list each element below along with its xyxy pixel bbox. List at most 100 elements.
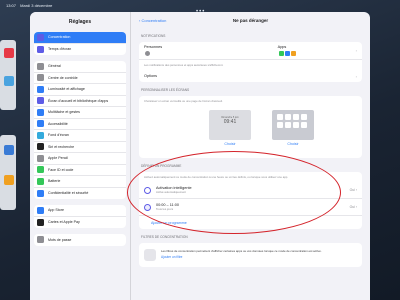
moon-icon <box>37 33 44 41</box>
notifications-note: Les notifications des personnes et apps … <box>144 63 224 67</box>
background-app-card[interactable] <box>0 40 16 110</box>
app-icon <box>4 48 14 58</box>
people-label: Personnes <box>144 44 163 49</box>
accessibility-icon <box>37 120 44 128</box>
app-icon <box>4 76 14 86</box>
sidebar-item-label: Confidentialité et sécurité <box>48 191 89 196</box>
faceid-icon <box>37 166 44 174</box>
sidebar-item-label: Fond d'écran <box>48 133 69 138</box>
allowed-row[interactable]: Personnes Apps › <box>139 42 362 60</box>
preview-time: 09:41 <box>223 119 237 125</box>
sidebar-item[interactable]: Fond d'écran <box>34 130 126 142</box>
home-grid <box>272 110 314 132</box>
sidebar-item-label: Concentration <box>48 35 71 40</box>
hourglass-icon <box>37 45 44 53</box>
sidebar: Réglages Concentration Temps d'écran Géné… <box>30 12 131 300</box>
apps-label: Apps <box>277 44 287 49</box>
options-row[interactable]: Options › <box>139 70 362 82</box>
sidebar-item-label: Général <box>48 64 61 69</box>
sidebar-item-label: Écran d'accueil et bibliothèque d'apps <box>48 98 109 103</box>
sidebar-item[interactable]: Batterie <box>34 176 126 188</box>
sidebar-title: Réglages <box>68 19 92 25</box>
battery-icon <box>37 177 44 185</box>
flower-icon <box>37 131 44 139</box>
multitask-icon <box>37 108 44 116</box>
sidebar-item[interactable]: Face ID et code <box>34 165 126 176</box>
app-icon <box>4 145 14 155</box>
filters-header: FILTRES DE CONCENTRATION <box>141 235 188 239</box>
sidebar-group: Concentration Temps d'écran <box>34 32 126 55</box>
sidebar-item[interactable]: Siri et recherche <box>34 142 126 153</box>
add-filter-button[interactable]: Ajouter un filtre <box>161 255 322 259</box>
notifications-header: NOTIFICATIONS <box>141 34 166 38</box>
sidebar-item-label: Siri et recherche <box>48 144 75 149</box>
sidebar-item-label: Mots de passe <box>48 237 72 242</box>
messages-app-icon <box>278 50 284 56</box>
schedule-state: Oui › <box>349 188 357 192</box>
sidebar-item[interactable]: Confidentialité et sécurité <box>34 188 126 200</box>
sidebar-item[interactable]: Général <box>34 61 126 73</box>
sidebar-item-label: Face ID et code <box>48 167 74 172</box>
sidebar-item[interactable]: Cartes et Apple Pay <box>34 217 126 229</box>
annotation-ellipse <box>127 151 341 234</box>
gear-icon <box>37 62 44 70</box>
screens-previews: Dimanche 5 juin 09:41 Choisir Choisir <box>139 106 362 158</box>
sidebar-item-label: Apple Pencil <box>48 156 68 161</box>
people-cell[interactable]: Personnes <box>144 45 162 57</box>
switches-icon <box>37 74 44 82</box>
apps-cell[interactable]: Apps › <box>278 45 357 57</box>
chevron-right-icon: › <box>355 48 357 53</box>
navbar: ‹ Concentration Ne pas déranger <box>131 12 370 32</box>
sun-icon <box>37 85 44 93</box>
sidebar-item[interactable]: Écran d'accueil et bibliothèque d'apps <box>34 96 126 107</box>
wallet-icon <box>37 218 44 226</box>
background-app-card[interactable] <box>0 135 16 210</box>
sidebar-item[interactable]: Apple Pencil <box>34 153 126 165</box>
screens-card: Choisissez un écran verrouillé ou une pa… <box>139 96 362 158</box>
grid-icon <box>37 97 44 105</box>
sidebar-item-label: Temps d'écran <box>48 47 72 52</box>
sidebar-item-label: Multitâche et gestes <box>48 110 80 115</box>
sidebar-group: Général Centre de contrôle Luminosité et a… <box>34 61 126 199</box>
page-title: Ne pas déranger <box>232 18 269 23</box>
sidebar-item[interactable]: Multitâche et gestes <box>34 107 126 119</box>
chevron-right-icon: › <box>355 73 357 79</box>
key-icon <box>37 236 44 244</box>
sidebar-group: App Store Cartes et Apple Pay <box>34 205 126 228</box>
screens-header: PERSONNALISER LES ÉCRANS <box>141 88 190 92</box>
sidebar-item[interactable]: Temps d'écran <box>34 44 126 56</box>
sidebar-item-label: Centre de contrôle <box>48 75 78 80</box>
phone-app-icon <box>284 50 290 56</box>
sidebar-item-label: App Store <box>48 208 64 213</box>
sidebar-item-label: Cartes et Apple Pay <box>48 220 80 225</box>
photos-app-icon <box>290 50 296 56</box>
schedule-state-value: Oui <box>349 188 355 192</box>
lock-screen-preview[interactable]: Dimanche 5 juin 09:41 <box>209 110 251 140</box>
hand-icon <box>37 189 44 197</box>
options-label: Options <box>144 74 158 78</box>
schedule-state-value: Oui <box>349 205 355 209</box>
status-date: Mardi 3 décembre <box>20 3 53 8</box>
filters-card: Les filtres de concentration permettent … <box>139 243 362 267</box>
sidebar-item[interactable]: Concentration <box>34 32 126 44</box>
filter-icon <box>144 249 156 261</box>
schedule-state: Oui › <box>349 205 357 209</box>
siri-icon <box>37 143 44 151</box>
sidebar-item[interactable]: Mots de passe <box>34 234 126 246</box>
choose-lockscreen-button[interactable]: Choisir <box>209 142 251 146</box>
choose-homescreen-button[interactable]: Choisir <box>272 142 314 146</box>
sidebar-item[interactable]: Centre de contrôle <box>34 73 126 84</box>
status-time: 13:07 <box>6 3 17 8</box>
sidebar-item-label: Accessibilité <box>48 121 68 126</box>
sidebar-item[interactable]: App Store <box>34 205 126 217</box>
screens-note: Choisissez un écran verrouillé ou une pa… <box>144 99 223 103</box>
home-screen-preview[interactable] <box>272 110 314 140</box>
sidebar-item-label: Luminosité et affichage <box>48 87 85 92</box>
sidebar-item[interactable]: Accessibilité <box>34 119 126 130</box>
sidebar-group: Mots de passe <box>34 234 126 246</box>
person-avatar-icon <box>145 50 150 56</box>
pencil-icon <box>37 154 44 162</box>
sidebar-item[interactable]: Luminosité et affichage <box>34 84 126 96</box>
sidebar-item-label: Batterie <box>48 179 61 184</box>
app-icon <box>4 175 14 185</box>
